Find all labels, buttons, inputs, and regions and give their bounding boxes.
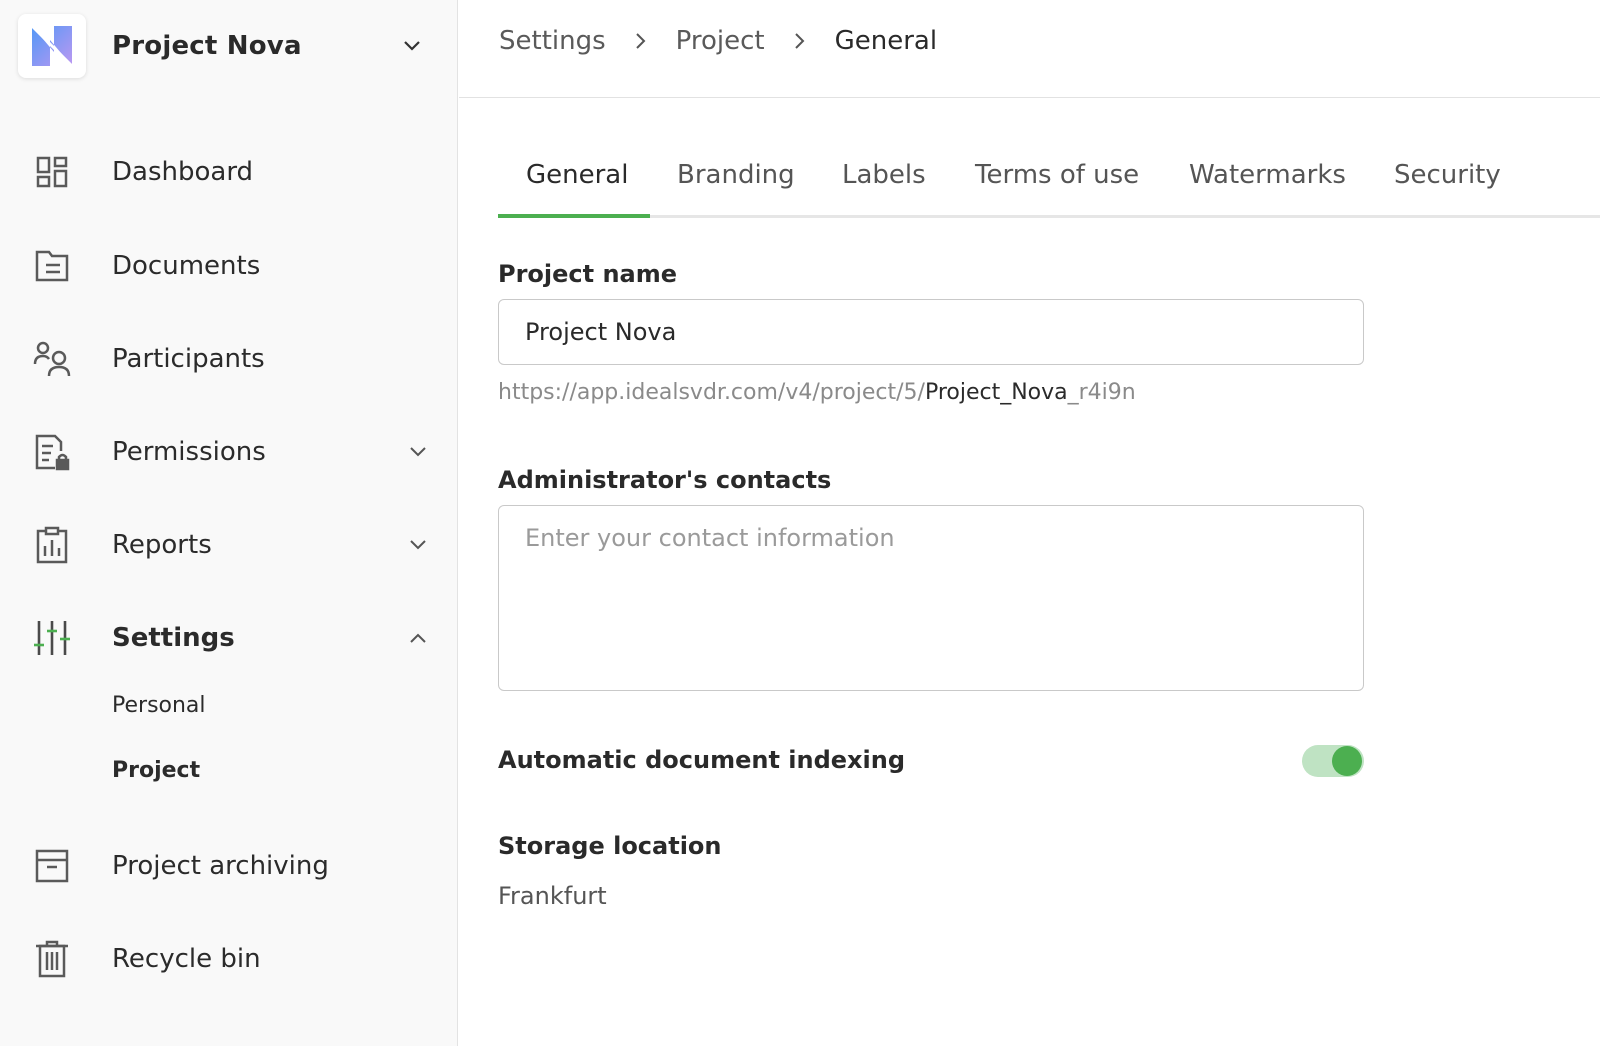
- top-bar: Settings Project General: [459, 0, 1600, 98]
- breadcrumb: Settings Project General: [499, 26, 937, 56]
- sidebar-item-settings[interactable]: Settings: [0, 606, 458, 670]
- storage-location-label: Storage location: [498, 832, 722, 860]
- chevron-down-icon: [402, 36, 422, 60]
- sidebar-item-project-archiving[interactable]: Project archiving: [0, 834, 458, 898]
- project-url-slug: Project_Nova: [924, 380, 1068, 405]
- project-name-input[interactable]: [498, 299, 1364, 365]
- sidebar-subitem-personal[interactable]: Personal: [112, 693, 206, 718]
- sidebar-item-label: Recycle bin: [112, 944, 261, 974]
- sidebar-item-reports[interactable]: Reports: [0, 513, 458, 577]
- sliders-icon: [32, 618, 72, 658]
- sidebar-item-label: Project archiving: [112, 851, 329, 881]
- admin-contacts-label: Administrator's contacts: [498, 466, 832, 494]
- sidebar-item-recycle-bin[interactable]: Recycle bin: [0, 927, 458, 991]
- chevron-up-icon: [408, 628, 428, 648]
- tab-branding[interactable]: Branding: [677, 160, 795, 190]
- tab-terms-of-use[interactable]: Terms of use: [975, 160, 1139, 190]
- project-name: Project Nova: [112, 31, 302, 61]
- sidebar-item-label: Participants: [112, 344, 265, 374]
- project-switcher[interactable]: Project Nova: [18, 14, 438, 78]
- folder-icon: [32, 246, 72, 286]
- project-url-prefix: https://app.idealsvdr.com/v4/project/5/: [498, 380, 925, 405]
- storage-location-value: Frankfurt: [498, 882, 607, 910]
- sidebar-item-label: Documents: [112, 251, 261, 281]
- sidebar-item-documents[interactable]: Documents: [0, 234, 458, 298]
- project-url: https://app.idealsvdr.com/v4/project/5/P…: [498, 380, 1136, 405]
- sidebar-item-dashboard[interactable]: Dashboard: [0, 140, 458, 204]
- tab-general[interactable]: General: [526, 160, 628, 190]
- tab-labels[interactable]: Labels: [842, 160, 926, 190]
- project-logo: [18, 14, 86, 78]
- chevron-down-icon: [408, 442, 428, 462]
- reports-icon: [32, 525, 72, 565]
- settings-tabs: General Branding Labels Terms of use Wat…: [498, 150, 1600, 218]
- trash-icon: [32, 939, 72, 979]
- chevron-right-icon: [793, 31, 807, 51]
- admin-contacts-input[interactable]: [498, 505, 1364, 691]
- auto-indexing-toggle[interactable]: [1302, 745, 1364, 777]
- sidebar-item-label: Permissions: [112, 437, 266, 467]
- chevron-right-icon: [634, 31, 648, 51]
- breadcrumb-general: General: [834, 26, 938, 56]
- sidebar-item-permissions[interactable]: Permissions: [0, 420, 458, 484]
- active-tab-indicator: [498, 214, 650, 218]
- permissions-icon: [32, 432, 72, 472]
- sidebar-item-participants[interactable]: Participants: [0, 327, 458, 391]
- sidebar-item-label: Reports: [112, 530, 212, 560]
- breadcrumb-settings[interactable]: Settings: [499, 26, 606, 56]
- participants-icon: [32, 339, 72, 379]
- tab-security[interactable]: Security: [1394, 160, 1501, 190]
- project-url-suffix: _r4i9n: [1067, 380, 1136, 405]
- tab-watermarks[interactable]: Watermarks: [1189, 160, 1346, 190]
- sidebar-subitem-project[interactable]: Project: [112, 758, 200, 783]
- dashboard-icon: [32, 152, 72, 192]
- sidebar-item-label: Dashboard: [112, 157, 254, 187]
- archive-icon: [32, 846, 72, 886]
- toggle-knob: [1332, 746, 1362, 776]
- chevron-down-icon: [408, 535, 428, 555]
- sidebar: Project Nova Dashboard Documents Partici…: [0, 0, 458, 1046]
- sidebar-item-label: Settings: [112, 623, 235, 653]
- auto-indexing-label: Automatic document indexing: [498, 746, 906, 774]
- breadcrumb-project[interactable]: Project: [676, 26, 765, 56]
- project-name-label: Project name: [498, 260, 678, 288]
